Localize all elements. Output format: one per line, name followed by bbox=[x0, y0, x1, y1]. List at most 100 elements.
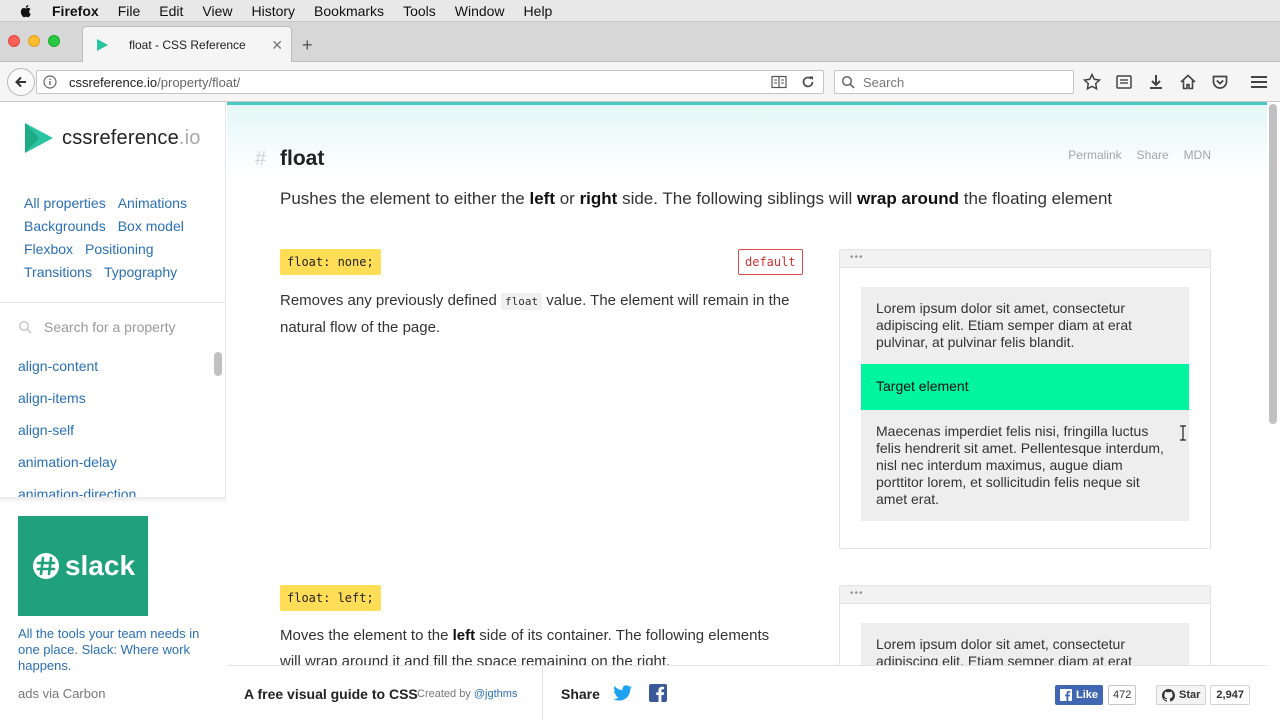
demo-target-element: Target element bbox=[861, 364, 1189, 410]
code-value-float-left[interactable]: float: left; bbox=[280, 585, 381, 611]
main-content: # float Permalink Share MDN Pushes the e… bbox=[227, 102, 1267, 720]
url-bar[interactable]: cssreference.io/property/float/ bbox=[36, 70, 824, 94]
close-window-button[interactable] bbox=[8, 35, 20, 47]
menu-file[interactable]: File bbox=[118, 3, 141, 19]
category-link-flexbox[interactable]: Flexbox bbox=[24, 241, 73, 258]
default-badge: default bbox=[738, 249, 803, 275]
menu-help[interactable]: Help bbox=[524, 3, 553, 19]
demo-titlebar: ••• bbox=[840, 586, 1210, 604]
search-icon bbox=[841, 75, 855, 89]
browser-tab[interactable]: float - CSS Reference ✕ bbox=[82, 26, 292, 63]
footer-credit: Created by @jgthms bbox=[417, 688, 517, 700]
category-link-typography[interactable]: Typography bbox=[104, 264, 177, 281]
back-arrow-icon bbox=[15, 76, 26, 88]
lead-text: or bbox=[555, 189, 580, 208]
code-value-float-none[interactable]: float: none; bbox=[280, 249, 381, 275]
facebook-like-widget: Like 472 bbox=[1055, 685, 1137, 705]
category-link-backgrounds[interactable]: Backgrounds bbox=[24, 218, 106, 235]
facebook-icon[interactable] bbox=[649, 684, 667, 702]
slack-hash-icon bbox=[32, 553, 59, 579]
demo-box-float-none: ••• Lorem ipsum dolor sit amet, consecte… bbox=[839, 249, 1211, 549]
property-links: Permalink Share MDN bbox=[1068, 148, 1211, 162]
sidebar-scrollbar-thumb[interactable] bbox=[214, 352, 222, 376]
demo-titlebar: ••• bbox=[840, 250, 1210, 268]
bookmark-star-icon[interactable] bbox=[1082, 72, 1102, 92]
lead-bold-left: left bbox=[529, 189, 556, 208]
menu-window[interactable]: Window bbox=[455, 3, 505, 19]
search-placeholder: Search bbox=[863, 74, 905, 90]
demo-container: Lorem ipsum dolor sit amet, consectetur … bbox=[861, 287, 1189, 521]
close-tab-icon[interactable]: ✕ bbox=[271, 37, 283, 54]
property-link-align-items[interactable]: align-items bbox=[18, 390, 136, 422]
ads-via-carbon[interactable]: ads via Carbon bbox=[18, 686, 105, 701]
macos-menu-bar: Firefox File Edit View History Bookmarks… bbox=[0, 0, 1280, 22]
star-count: 2,947 bbox=[1210, 685, 1250, 705]
menu-edit[interactable]: Edit bbox=[159, 3, 183, 19]
apple-icon[interactable] bbox=[18, 3, 34, 19]
url-text[interactable]: cssreference.io/property/float/ bbox=[69, 75, 771, 90]
menu-bookmarks[interactable]: Bookmarks bbox=[314, 3, 384, 19]
site-info-icon[interactable] bbox=[43, 75, 57, 89]
menu-view[interactable]: View bbox=[202, 3, 232, 19]
download-icon[interactable] bbox=[1146, 72, 1166, 92]
new-tab-icon[interactable]: + bbox=[302, 35, 313, 56]
lead-bold-wrap-around: wrap around bbox=[857, 189, 960, 208]
anchor-hash-icon[interactable]: # bbox=[255, 148, 266, 171]
github-star-widget: Star 2,947 bbox=[1156, 685, 1250, 705]
window-controls bbox=[8, 35, 60, 47]
property-link-align-content[interactable]: align-content bbox=[18, 358, 136, 390]
category-link-transitions[interactable]: Transitions bbox=[24, 264, 92, 281]
twitter-icon[interactable] bbox=[613, 685, 633, 702]
lead-text: the floating element bbox=[959, 189, 1113, 208]
search-icon bbox=[18, 320, 32, 334]
mdn-link[interactable]: MDN bbox=[1184, 148, 1211, 162]
slack-ad-wordmark: slack bbox=[64, 550, 136, 581]
page-viewport: cssreference.io All properties Animation… bbox=[0, 102, 1280, 720]
property-search-placeholder: Search for a property bbox=[44, 319, 176, 335]
category-link-box-model[interactable]: Box model bbox=[118, 218, 184, 235]
credit-text: Created by bbox=[417, 688, 474, 700]
slack-ad-image[interactable]: slack bbox=[18, 516, 148, 616]
reader-view-icon[interactable] bbox=[771, 75, 787, 89]
bookmarks-library-icon[interactable] bbox=[1114, 72, 1134, 92]
property-link-align-self[interactable]: align-self bbox=[18, 422, 136, 454]
home-icon[interactable] bbox=[1178, 72, 1198, 92]
demo-sibling-before: Lorem ipsum dolor sit amet, consectetur … bbox=[876, 300, 1132, 350]
site-logo[interactable]: cssreference.io bbox=[22, 121, 201, 155]
author-link[interactable]: @jgthms bbox=[474, 688, 518, 700]
menu-history[interactable]: History bbox=[251, 3, 295, 19]
category-link-all-properties[interactable]: All properties bbox=[24, 195, 106, 212]
pocket-icon[interactable] bbox=[1210, 72, 1230, 92]
facebook-like-button[interactable]: Like bbox=[1055, 685, 1104, 705]
hamburger-menu-icon[interactable] bbox=[1250, 74, 1268, 90]
like-label: Like bbox=[1076, 689, 1099, 701]
ad-shadow bbox=[0, 497, 226, 503]
property-link-animation-delay[interactable]: animation-delay bbox=[18, 454, 136, 486]
toolbar-icons bbox=[1082, 72, 1230, 92]
footer-tagline: A free visual guide to CSS bbox=[244, 686, 418, 702]
lead-bold-right: right bbox=[579, 189, 618, 208]
fixed-footer: A free visual guide to CSS Created by @j… bbox=[227, 665, 1267, 720]
menu-firefox[interactable]: Firefox bbox=[52, 3, 99, 19]
ad-copy-link[interactable]: All the tools your team needs in one pla… bbox=[18, 626, 208, 674]
category-link-positioning[interactable]: Positioning bbox=[85, 241, 154, 258]
search-bar[interactable]: Search bbox=[834, 70, 1074, 94]
reload-icon[interactable] bbox=[801, 75, 815, 89]
zoom-window-button[interactable] bbox=[48, 35, 60, 47]
github-star-button[interactable]: Star bbox=[1156, 685, 1207, 705]
navigation-toolbar: cssreference.io/property/float/ Search bbox=[0, 62, 1280, 102]
logo-text: cssreference.io bbox=[62, 127, 201, 150]
star-label: Star bbox=[1179, 689, 1201, 701]
minimize-window-button[interactable] bbox=[28, 35, 40, 47]
back-button[interactable] bbox=[7, 68, 35, 96]
permalink-link[interactable]: Permalink bbox=[1068, 148, 1121, 162]
category-link-animations[interactable]: Animations bbox=[118, 195, 187, 212]
facebook-f-icon bbox=[1060, 689, 1072, 701]
share-link[interactable]: Share bbox=[1137, 148, 1169, 162]
property-search-input[interactable]: Search for a property bbox=[18, 319, 176, 335]
lead-text: side. The following siblings will bbox=[617, 189, 858, 208]
github-icon bbox=[1162, 688, 1175, 702]
page-scrollbar-thumb[interactable] bbox=[1269, 104, 1277, 424]
menu-tools[interactable]: Tools bbox=[403, 3, 436, 19]
desc-text: Removes any previously defined bbox=[280, 292, 501, 309]
